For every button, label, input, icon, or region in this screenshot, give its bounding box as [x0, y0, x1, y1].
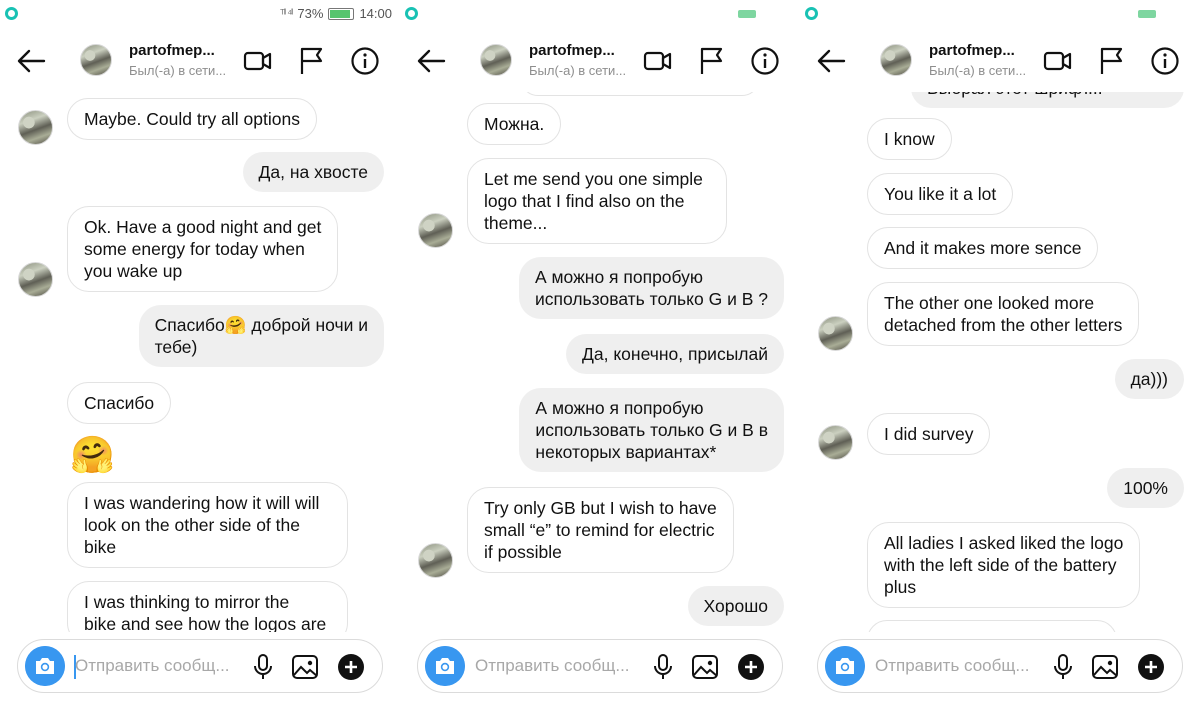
chat-panel-3: partofmep... Был(-а) в сети... Выбрал эт…: [800, 0, 1200, 711]
chat-header: partofmep... Был(-а) в сети...: [0, 30, 400, 92]
message-bubble-incoming[interactable]: Let me send you one simple logo that I f…: [467, 158, 727, 244]
add-icon[interactable]: [736, 652, 766, 682]
camera-icon[interactable]: [25, 646, 65, 686]
message-bubble-outgoing[interactable]: Спасибо🤗 доброй ночи и тебе): [138, 305, 384, 367]
message-bubble-outgoing[interactable]: Да, на хвосте: [242, 152, 384, 192]
message-bubble-incoming[interactable]: I was wandering how it will will look on…: [67, 482, 348, 568]
message-list[interactable]: Выбрал этот шрифт... I know You like it …: [800, 92, 1200, 632]
chat-panel-2: partofmep... Был(-а) в сети... Можна. Le…: [400, 0, 800, 711]
battery-indicator-icon: [1138, 10, 1156, 18]
contact-last-seen: Был(-а) в сети...: [929, 63, 1027, 78]
battery-icon: [328, 7, 355, 20]
sender-avatar[interactable]: [418, 543, 453, 578]
gallery-icon[interactable]: [1090, 652, 1120, 682]
message-bubble-incoming[interactable]: I know: [867, 118, 952, 160]
sender-avatar[interactable]: [818, 425, 853, 460]
microphone-icon[interactable]: [248, 652, 278, 682]
message-bubble-incoming[interactable]: You like it a lot: [867, 173, 1014, 215]
message-bubble-outgoing[interactable]: 100%: [1107, 468, 1184, 508]
message-bubble-partial[interactable]: [520, 92, 760, 96]
chat-header: partofmep... Был(-а) в сети...: [800, 30, 1200, 92]
message-input[interactable]: Отправить сообщ...: [475, 656, 630, 676]
message-bubble-outgoing[interactable]: Да, конечно, присылай: [566, 334, 784, 374]
microphone-icon[interactable]: [1048, 652, 1078, 682]
message-bubble-incoming[interactable]: Ok. Have a good night and get some energ…: [67, 206, 339, 292]
video-call-icon[interactable]: [1043, 46, 1073, 76]
chat-panel-1: ᵀˡˡ ⁴ˡˡ 73% 14:00 partofmep... Был(-а) в…: [0, 0, 400, 711]
gallery-icon[interactable]: [690, 652, 720, 682]
contact-last-seen: Был(-а) в сети...: [129, 63, 227, 78]
flag-icon[interactable]: [697, 46, 727, 76]
message-bubble-incoming[interactable]: Спасибо: [67, 382, 172, 424]
sender-avatar[interactable]: [818, 316, 853, 351]
message-list[interactable]: Можна. Let me send you one simple logo t…: [400, 92, 800, 632]
signal-icon: ᵀˡˡ ⁴ˡˡ: [279, 7, 294, 20]
contact-last-seen: Был(-а) в сети...: [529, 63, 627, 78]
message-input[interactable]: Отправить сообщ...: [75, 656, 230, 676]
gallery-icon[interactable]: [290, 652, 320, 682]
flag-icon[interactable]: [297, 46, 327, 76]
message-bubble-outgoing-partial[interactable]: Выбрал этот шрифт...: [911, 92, 1184, 108]
camera-icon[interactable]: [825, 646, 865, 686]
hugging-emoji-message[interactable]: 🤗: [70, 435, 115, 475]
battery-indicator-icon: [738, 10, 756, 18]
status-bar: ᵀˡˡ ⁴ˡˡ 73% 14:00: [0, 0, 400, 28]
microphone-icon[interactable]: [648, 652, 678, 682]
message-bubble-incoming[interactable]: And it makes more sence: [867, 227, 1099, 269]
message-bubble-incoming[interactable]: I did survey: [867, 413, 991, 455]
add-icon[interactable]: [336, 652, 366, 682]
contact-name[interactable]: partofmep...: [929, 42, 1015, 59]
status-indicators: ᵀˡˡ ⁴ˡˡ 73% 14:00: [280, 6, 392, 21]
message-bubble-incoming[interactable]: Maybe. Could try all options: [67, 98, 317, 140]
message-input[interactable]: Отправить сообщ...: [875, 656, 1030, 676]
contact-avatar[interactable]: [80, 44, 112, 76]
message-bubble-outgoing[interactable]: А можно я попробую использовать только G…: [519, 388, 784, 472]
notification-dot-icon: [5, 7, 18, 20]
message-bubble-outgoing[interactable]: да))): [1114, 359, 1184, 399]
status-bar: [400, 0, 800, 28]
contact-avatar[interactable]: [480, 44, 512, 76]
sender-avatar[interactable]: [18, 262, 53, 297]
message-bubble-incoming[interactable]: Try only GB but I wish to have small “e”…: [467, 487, 734, 573]
add-icon[interactable]: [1136, 652, 1166, 682]
camera-icon[interactable]: [425, 646, 465, 686]
message-bubble-incoming[interactable]: The other one looked more detached from …: [867, 282, 1140, 346]
chat-header: partofmep... Был(-а) в сети...: [400, 30, 800, 92]
message-bubble-outgoing[interactable]: Хорошо: [687, 586, 784, 626]
notification-dot-icon: [805, 7, 818, 20]
sender-avatar[interactable]: [18, 110, 53, 145]
video-call-icon[interactable]: [243, 46, 273, 76]
video-call-icon[interactable]: [643, 46, 673, 76]
info-icon[interactable]: [1150, 46, 1180, 76]
contact-name[interactable]: partofmep...: [529, 42, 615, 59]
info-icon[interactable]: [350, 46, 380, 76]
message-bubble-incoming[interactable]: Можна.: [467, 103, 562, 145]
message-bubble-partial[interactable]: [867, 620, 1117, 632]
back-arrow-icon[interactable]: [16, 48, 46, 74]
message-composer[interactable]: Отправить сообщ...: [817, 639, 1183, 693]
flag-icon[interactable]: [1097, 46, 1127, 76]
message-bubble-incoming[interactable]: All ladies I asked liked the logo with t…: [867, 522, 1141, 608]
message-bubble-outgoing[interactable]: А можно я попробую использовать только G…: [518, 257, 784, 319]
notification-dot-icon: [405, 7, 418, 20]
battery-percent: 73%: [297, 6, 324, 21]
sender-avatar[interactable]: [418, 213, 453, 248]
contact-name[interactable]: partofmep...: [129, 42, 215, 59]
message-composer[interactable]: Отправить сообщ...: [17, 639, 383, 693]
contact-avatar[interactable]: [880, 44, 912, 76]
info-icon[interactable]: [750, 46, 780, 76]
message-list[interactable]: Maybe. Could try all options Да, на хвос…: [0, 92, 400, 632]
message-bubble-incoming[interactable]: I was thinking to mirror the bike and se…: [67, 581, 348, 632]
message-composer[interactable]: Отправить сообщ...: [417, 639, 783, 693]
back-arrow-icon[interactable]: [416, 48, 446, 74]
clock: 14:00: [359, 6, 392, 21]
back-arrow-icon[interactable]: [816, 48, 846, 74]
status-bar: [800, 0, 1200, 28]
